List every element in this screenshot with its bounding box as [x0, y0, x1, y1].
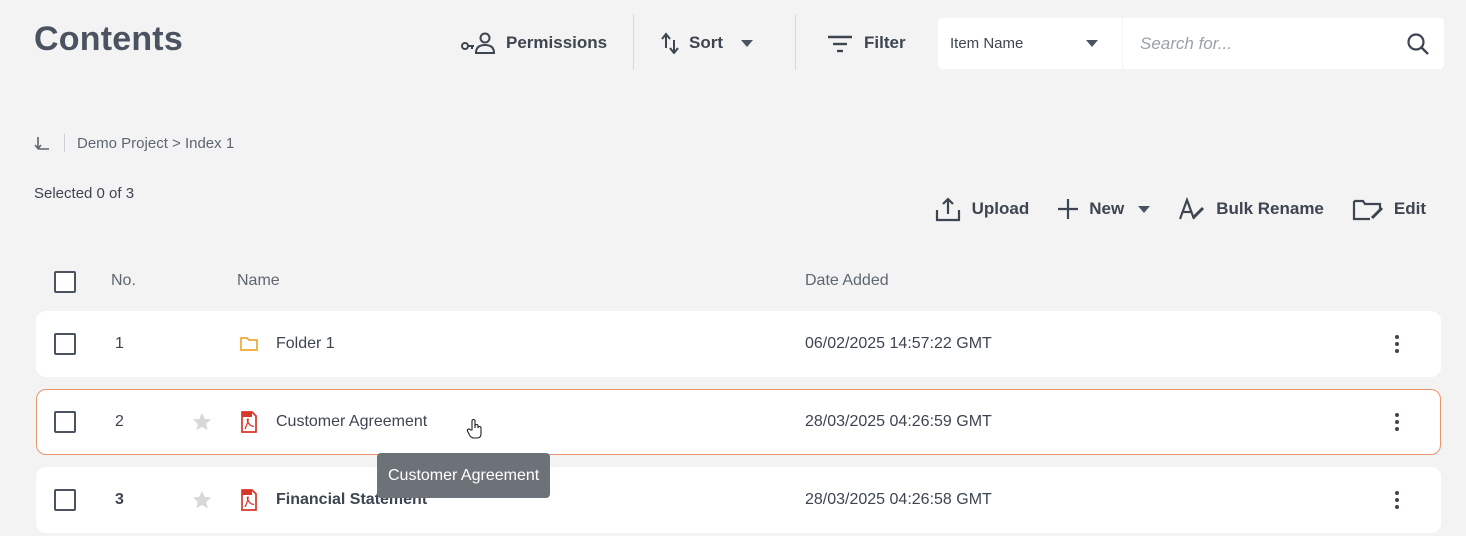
- more-options-icon[interactable]: [1395, 491, 1399, 509]
- chevron-down-icon: [1138, 205, 1151, 213]
- sort-arrows-icon: [661, 32, 679, 54]
- table-row[interactable]: 2 Customer Agreement 28/03/2025 04:26:59…: [36, 389, 1441, 455]
- new-label: New: [1089, 199, 1125, 218]
- folder-edit-icon: [1352, 199, 1383, 221]
- selection-count: Selected 0 of 3: [34, 185, 135, 202]
- search-icon[interactable]: [1406, 32, 1430, 56]
- date-added: 06/02/2025 14:57:22 GMT: [805, 335, 992, 352]
- row-checkbox[interactable]: [54, 489, 76, 511]
- sort-button[interactable]: Sort: [661, 32, 753, 54]
- pdf-file-icon: [241, 489, 257, 511]
- more-options-icon[interactable]: [1395, 335, 1399, 353]
- star-favorite-icon[interactable]: [191, 411, 213, 433]
- upload-label: Upload: [971, 199, 1030, 218]
- back-up-arrow-icon[interactable]: [34, 135, 50, 151]
- folder-icon: [240, 337, 258, 351]
- upload-icon: [935, 197, 960, 222]
- permissions-button[interactable]: Permissions: [460, 32, 607, 54]
- toolbar-divider: [795, 14, 796, 70]
- row-checkbox[interactable]: [54, 333, 76, 355]
- filter-field-value: Item Name: [950, 35, 1024, 52]
- page-title: Contents: [34, 20, 183, 58]
- row-checkbox[interactable]: [54, 411, 76, 433]
- filter-lines-icon: [828, 35, 852, 53]
- search-input[interactable]: [1140, 33, 1380, 54]
- row-number: 3: [115, 491, 124, 508]
- plus-icon: [1058, 199, 1079, 219]
- edit-label: Edit: [1393, 199, 1426, 218]
- filter-field-select[interactable]: Item Name: [938, 18, 1122, 69]
- new-button[interactable]: New: [1057, 198, 1151, 220]
- chevron-down-icon: [741, 39, 753, 47]
- row-number: 1: [115, 335, 124, 352]
- sort-label: Sort: [689, 33, 723, 52]
- action-bar: Upload New Bulk Rename Edit: [934, 196, 1426, 222]
- hand-pointer-cursor-icon: [466, 418, 482, 439]
- name-tooltip: Customer Agreement: [377, 453, 551, 498]
- table-row[interactable]: 3 Financial Statement 28/03/2025 04:26:5…: [36, 467, 1441, 533]
- table-row[interactable]: 1 Folder 1 06/02/2025 14:57:22 GMT: [36, 311, 1441, 377]
- item-name-link[interactable]: Customer Agreement: [276, 390, 427, 454]
- breadcrumb-divider: [64, 134, 65, 152]
- date-added: 28/03/2025 04:26:59 GMT: [805, 413, 992, 430]
- pdf-file-icon: [241, 411, 257, 433]
- upload-button[interactable]: Upload: [934, 196, 1030, 222]
- filter-button[interactable]: Filter: [826, 32, 906, 54]
- item-name-link[interactable]: Folder 1: [276, 312, 335, 376]
- bulk-rename-label: Bulk Rename: [1216, 199, 1324, 218]
- rename-pencil-icon: [1179, 197, 1205, 220]
- select-all-checkbox[interactable]: [54, 271, 76, 293]
- edit-button[interactable]: Edit: [1352, 197, 1426, 221]
- chevron-down-icon: [1086, 40, 1098, 47]
- more-options-icon[interactable]: [1395, 413, 1399, 431]
- column-header-no[interactable]: No.: [111, 272, 136, 290]
- bulk-rename-button[interactable]: Bulk Rename: [1178, 197, 1324, 221]
- column-header-name[interactable]: Name: [237, 272, 280, 290]
- breadcrumb: Demo Project > Index 1: [34, 134, 234, 152]
- search-bar[interactable]: [1123, 18, 1444, 69]
- date-added: 28/03/2025 04:26:58 GMT: [805, 491, 992, 508]
- breadcrumb-path[interactable]: Demo Project > Index 1: [77, 135, 234, 152]
- filter-label: Filter: [864, 33, 906, 52]
- toolbar-divider: [633, 14, 634, 70]
- column-header-date[interactable]: Date Added: [805, 272, 889, 290]
- permissions-key-user-icon: [461, 32, 496, 54]
- star-favorite-icon[interactable]: [191, 489, 213, 511]
- permissions-label: Permissions: [506, 33, 608, 52]
- row-number: 2: [115, 413, 124, 430]
